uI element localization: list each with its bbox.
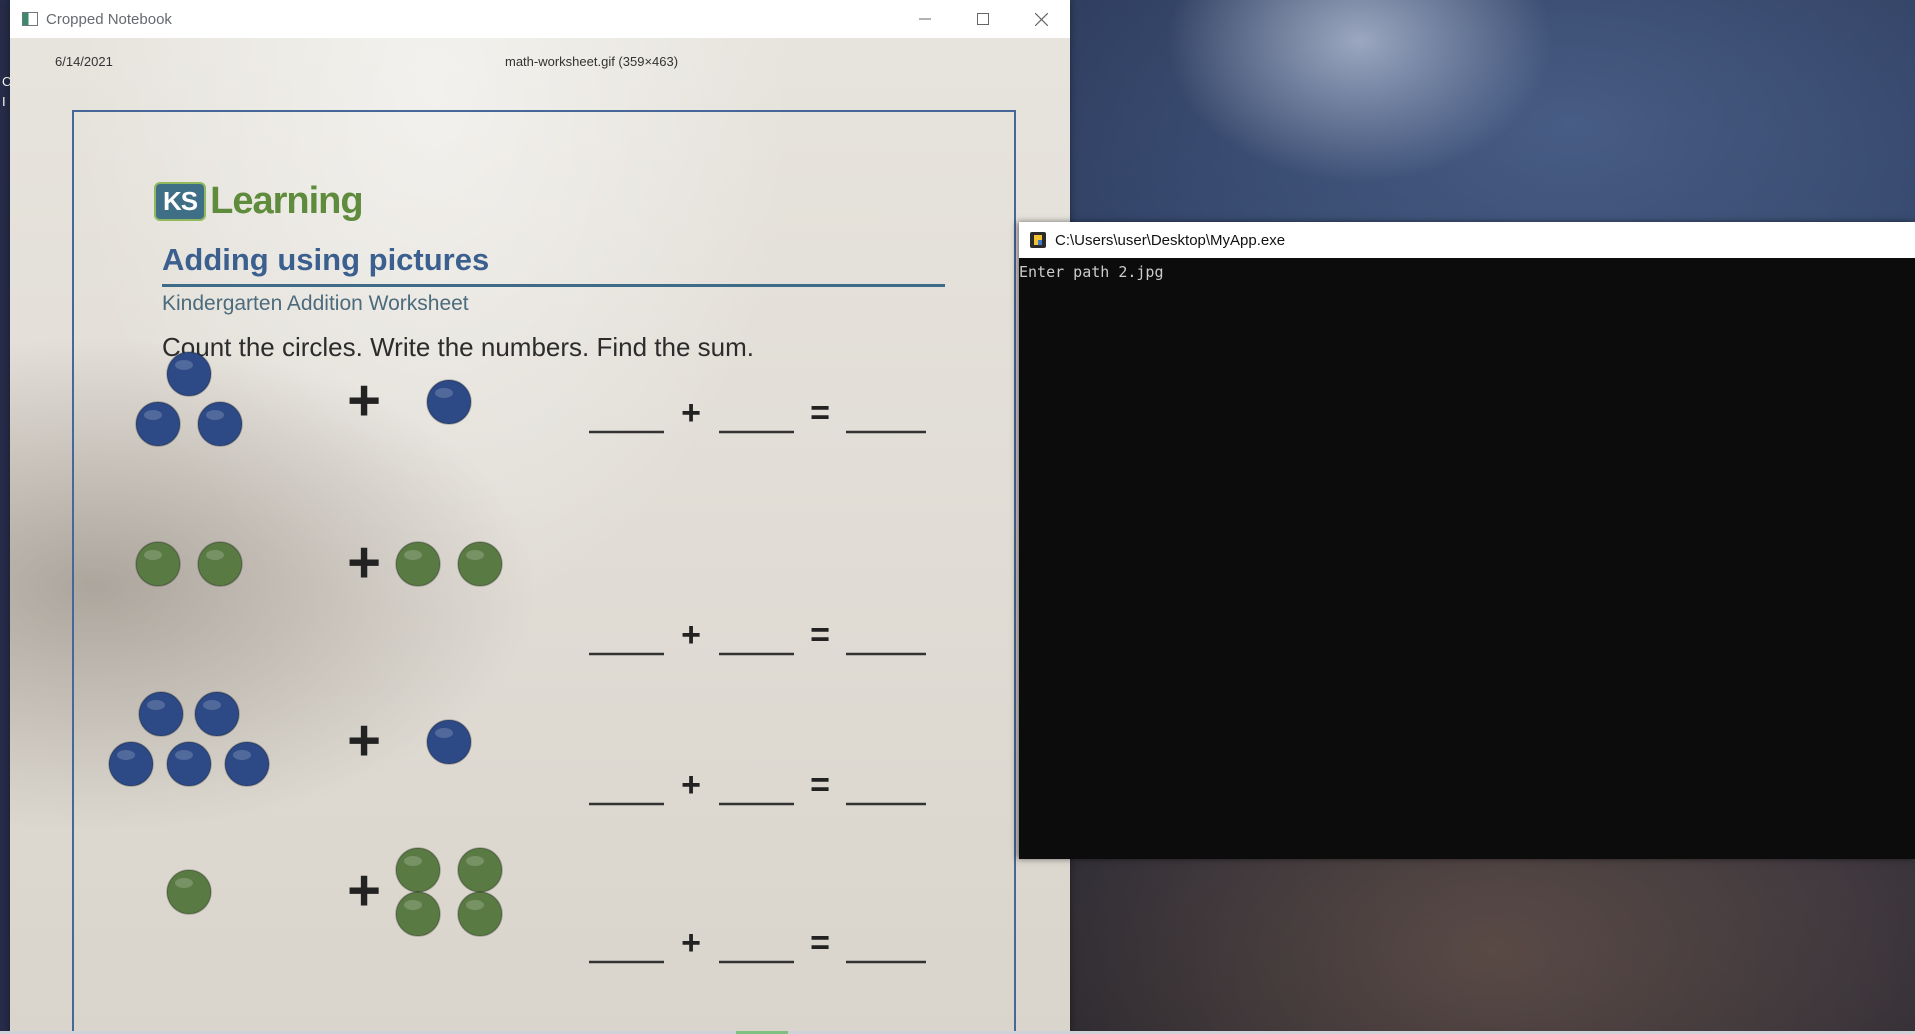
problem-2-left-highlight-1 xyxy=(144,550,162,560)
problem-3-left-circle-4 xyxy=(166,741,212,787)
problem-3-left-highlight-1 xyxy=(147,700,165,710)
problem-2-right-circle-2 xyxy=(457,541,503,587)
problem-1-equals: = xyxy=(810,394,830,432)
problem-1-left-circle-2 xyxy=(135,401,181,447)
problem-1-left-circle-3 xyxy=(197,401,243,447)
problem-3-left-circle-1 xyxy=(138,691,184,737)
close-button[interactable] xyxy=(1012,0,1070,38)
problem-3-left-highlight-5 xyxy=(233,750,251,760)
problem-4-right-circle-2 xyxy=(457,847,503,893)
problem-2-blank-plus: + xyxy=(681,616,701,654)
problem-2-left-circle-2 xyxy=(197,541,243,587)
console-output-area[interactable]: Enter path 2.jpg xyxy=(1019,258,1915,859)
problem-3-right-circle-1 xyxy=(426,719,472,765)
console-titlebar[interactable]: C:\Users\user\Desktop\MyApp.exe xyxy=(1019,222,1915,258)
problem-4-right-circle-1 xyxy=(395,847,441,893)
problem-4-right-circle-4 xyxy=(457,891,503,937)
close-icon xyxy=(1034,12,1048,26)
problem-3-plus: + xyxy=(347,708,381,773)
problem-4-right-circle-3 xyxy=(395,891,441,937)
notebook-image-view: 6/14/2021 math-worksheet.gif (359×463) K… xyxy=(10,38,1070,1034)
problem-1-blank-plus: + xyxy=(681,394,701,432)
problem-3-left-highlight-2 xyxy=(203,700,221,710)
problem-1-right-circle-1 xyxy=(426,379,472,425)
printed-date: 6/14/2021 xyxy=(55,54,113,69)
problem-1-plus: + xyxy=(347,368,381,433)
maximize-button[interactable] xyxy=(954,0,1012,38)
problem-4-equals: = xyxy=(810,924,830,962)
problem-4-plus: + xyxy=(347,858,381,923)
notebook-titlebar[interactable]: Cropped Notebook xyxy=(10,0,1070,38)
problem-3-left-circle-3 xyxy=(108,741,154,787)
problem-3-left-circle-2 xyxy=(194,691,240,737)
problem-1-left-highlight-3 xyxy=(206,410,224,420)
problem-4-left-circle-1 xyxy=(166,869,212,915)
problem-3-equals: = xyxy=(810,766,830,804)
problem-3-left-highlight-4 xyxy=(175,750,193,760)
minimize-button[interactable] xyxy=(896,0,954,38)
worksheet-page: KS Learning Adding using pictures Kinder… xyxy=(72,110,1016,1034)
problem-1-left-highlight-2 xyxy=(144,410,162,420)
printed-filename: math-worksheet.gif (359×463) xyxy=(505,54,679,69)
minimize-icon xyxy=(919,18,931,20)
notebook-window-title: Cropped Notebook xyxy=(46,10,172,28)
problem-4-right-highlight-4 xyxy=(466,900,484,910)
problem-4-right-highlight-3 xyxy=(404,900,422,910)
notebook-window[interactable]: Cropped Notebook 6/14/2021 math-workshee… xyxy=(10,0,1070,1034)
problem-4-left-highlight-1 xyxy=(175,878,193,888)
desktop-left-strip xyxy=(0,0,10,1034)
problem-1-left-circle-1 xyxy=(166,351,212,397)
problem-1-left-highlight-1 xyxy=(175,360,193,370)
problem-2-right-circle-1 xyxy=(395,541,441,587)
problem-2-left-highlight-2 xyxy=(206,550,224,560)
console-window[interactable]: C:\Users\user\Desktop\MyApp.exe Enter pa… xyxy=(1019,222,1915,859)
problem-2-equals: = xyxy=(810,616,830,654)
console-output-line: Enter path 2.jpg xyxy=(1019,263,1164,281)
problem-3-right-highlight-1 xyxy=(435,728,453,738)
problem-2-left-circle-1 xyxy=(135,541,181,587)
problem-3-left-circle-5 xyxy=(224,741,270,787)
problem-3-blank-plus: + xyxy=(681,766,701,804)
problem-2-right-highlight-2 xyxy=(466,550,484,560)
problem-4-blank-plus: + xyxy=(681,924,701,962)
notebook-app-icon xyxy=(22,12,38,26)
problem-1-right-highlight-1 xyxy=(435,388,453,398)
addition-problems: + + = + + = + + = + + = xyxy=(108,351,926,964)
window-controls xyxy=(896,0,1070,38)
maximize-icon xyxy=(977,13,989,25)
problem-3-left-highlight-3 xyxy=(117,750,135,760)
problem-2-plus: + xyxy=(347,530,381,595)
problem-4-right-highlight-2 xyxy=(466,856,484,866)
console-app-icon xyxy=(1030,232,1046,248)
problem-4-right-highlight-1 xyxy=(404,856,422,866)
console-window-title: C:\Users\user\Desktop\MyApp.exe xyxy=(1055,231,1286,249)
problem-2-right-highlight-1 xyxy=(404,550,422,560)
